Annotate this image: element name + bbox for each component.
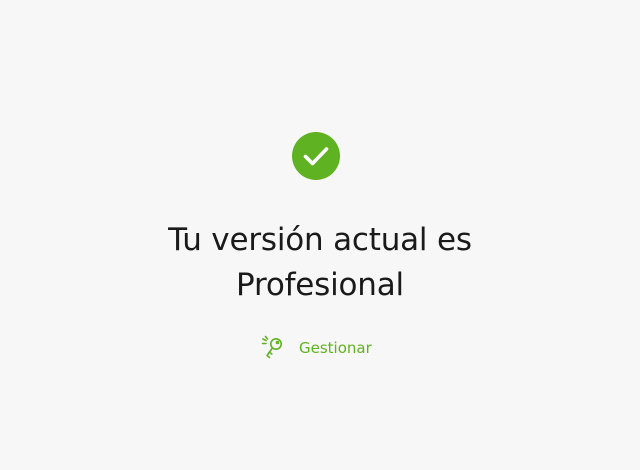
key-icon (261, 335, 287, 361)
edition-heading-line1: Tu versión actual es (168, 222, 472, 258)
activation-page: Tu versión actual es Profesional Gestion… (0, 0, 640, 470)
edition-heading-line2: Profesional (236, 267, 404, 303)
edition-heading: Tu versión actual es Profesional (0, 218, 640, 308)
manage-link-label: Gestionar (299, 339, 372, 357)
checkmark-circle-icon (292, 132, 340, 180)
manage-link[interactable]: Gestionar (261, 334, 372, 362)
